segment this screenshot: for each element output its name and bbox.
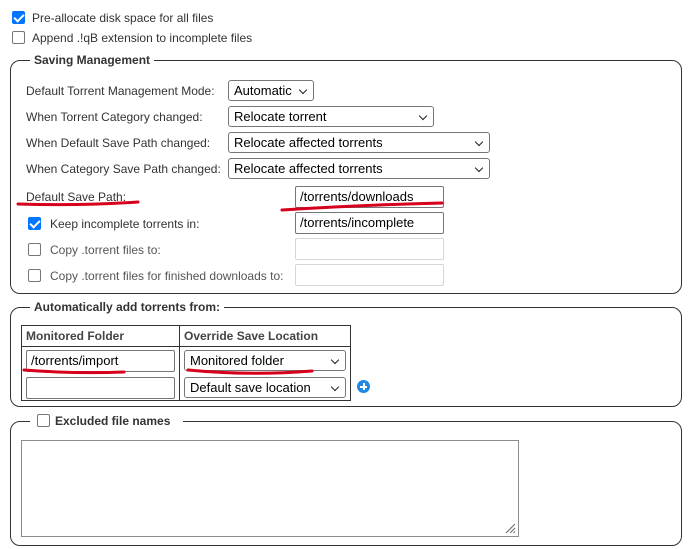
- col-override-location: Override Save Location: [184, 329, 319, 343]
- preallocate-checkbox[interactable]: [12, 11, 25, 24]
- monitored-folder-input[interactable]: [26, 377, 175, 399]
- override-location-value: Default save location: [190, 380, 311, 395]
- mode-select[interactable]: Automatic: [228, 80, 314, 101]
- resize-grip-icon[interactable]: [504, 522, 516, 534]
- copy-finished-checkbox[interactable]: [28, 269, 41, 282]
- chevron-down-icon: [474, 137, 484, 147]
- copy-finished-input[interactable]: [295, 264, 444, 286]
- table-column-divider: [179, 325, 180, 401]
- excluded-textarea[interactable]: [21, 440, 519, 537]
- default-path-changed-label: When Default Save Path changed:: [26, 136, 211, 150]
- category-changed-value: Relocate torrent: [234, 109, 327, 124]
- copy-torrent-label: Copy .torrent files to:: [50, 243, 161, 257]
- copy-torrent-input[interactable]: [295, 238, 444, 260]
- chevron-down-icon: [418, 111, 428, 121]
- add-row-plus-icon[interactable]: [357, 380, 370, 393]
- category-path-changed-label: When Category Save Path changed:: [26, 162, 221, 176]
- override-location-select[interactable]: Monitored folder: [184, 350, 346, 371]
- chevron-down-icon: [474, 163, 484, 173]
- chevron-down-icon: [298, 85, 308, 95]
- keep-incomplete-checkbox[interactable]: [28, 217, 41, 230]
- keep-incomplete-input[interactable]: /torrents/incomplete: [295, 212, 444, 234]
- override-location-value: Monitored folder: [190, 353, 284, 368]
- chevron-down-icon: [330, 382, 340, 392]
- override-location-select[interactable]: Default save location: [184, 377, 346, 398]
- copy-finished-label: Copy .torrent files for finished downloa…: [50, 269, 284, 283]
- copy-torrent-checkbox[interactable]: [28, 243, 41, 256]
- default-save-path-input[interactable]: /torrents/downloads: [295, 186, 444, 208]
- category-path-changed-select[interactable]: Relocate affected torrents: [228, 158, 490, 179]
- mode-label: Default Torrent Management Mode:: [26, 84, 215, 98]
- default-path-changed-select[interactable]: Relocate affected torrents: [228, 132, 490, 153]
- preallocate-label: Pre-allocate disk space for all files: [32, 11, 214, 25]
- category-changed-label: When Torrent Category changed:: [26, 110, 203, 124]
- category-path-changed-value: Relocate affected torrents: [234, 161, 383, 176]
- category-changed-select[interactable]: Relocate torrent: [228, 106, 434, 127]
- append-qb-checkbox[interactable]: [12, 31, 25, 44]
- excluded-legend: Excluded file names: [55, 414, 171, 428]
- col-monitored-folder: Monitored Folder: [26, 329, 124, 343]
- monitored-folder-input[interactable]: /torrents/import: [26, 350, 175, 372]
- append-qb-label: Append .!qB extension to incomplete file…: [32, 31, 253, 45]
- auto-add-legend: Automatically add torrents from:: [30, 300, 225, 314]
- table-header-divider: [21, 346, 351, 347]
- keep-incomplete-label: Keep incomplete torrents in:: [50, 217, 200, 231]
- default-path-changed-value: Relocate affected torrents: [234, 135, 383, 150]
- excluded-checkbox[interactable]: [37, 414, 50, 427]
- saving-management-legend: Saving Management: [30, 53, 155, 67]
- default-save-path-label: Default Save Path:: [26, 190, 127, 204]
- chevron-down-icon: [330, 355, 340, 365]
- mode-select-value: Automatic: [234, 83, 292, 98]
